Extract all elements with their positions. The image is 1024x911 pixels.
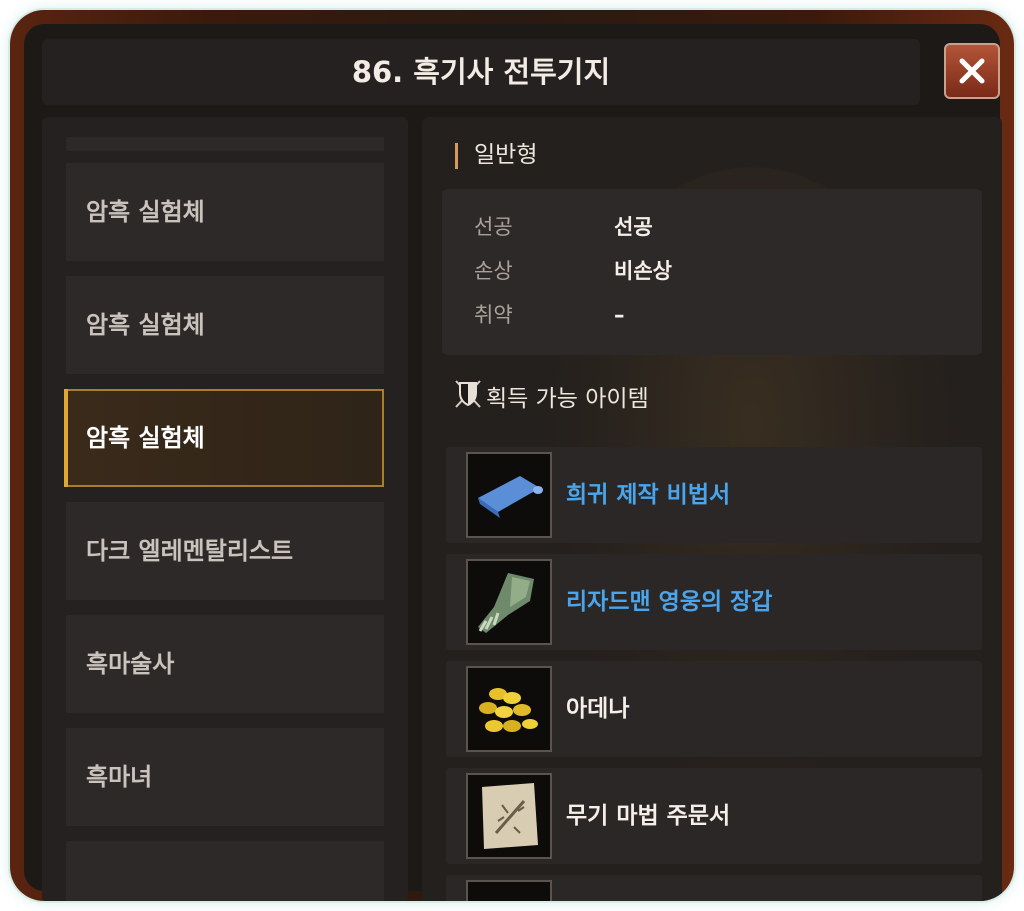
type-label-text: 일반형 xyxy=(474,142,538,168)
type-label: 일반형 xyxy=(456,137,537,173)
list-item-label: 암흑 실험체 xyxy=(86,424,205,452)
attribute-row: 선공 선공 xyxy=(474,207,653,247)
close-button[interactable] xyxy=(944,43,1000,99)
attribute-key: 취약 xyxy=(474,303,513,327)
close-icon xyxy=(959,58,985,84)
drop-items-title: 획득 가능 아이템 xyxy=(454,379,649,415)
item-name: 리자드맨 영웅의 장갑 xyxy=(566,589,773,615)
list-item-label: 다크 엘레멘탈리스트 xyxy=(86,537,294,565)
item-row[interactable]: 희귀 제작 비법서 xyxy=(446,447,982,543)
item-row[interactable]: 아데나 xyxy=(446,661,982,757)
list-item[interactable]: 다크 엘레멘탈리스트 xyxy=(66,502,384,600)
item-row-partial[interactable] xyxy=(446,875,982,901)
window-body: 86. 흑기사 전투기지 암흑 실험체 암흑 실험체 암흑 실험체 다크 엘레멘… xyxy=(24,24,1002,901)
list-item-label: 암흑 실험체 xyxy=(86,198,205,226)
gold-coins-icon xyxy=(466,666,552,752)
window-frame: 86. 흑기사 전투기지 암흑 실험체 암흑 실험체 암흑 실험체 다크 엘레멘… xyxy=(10,10,1014,901)
monster-detail-panel: 일반형 선공 선공 손상 비손상 취약 – 획득 가능 아이템 희귀 제작 비법… xyxy=(422,117,1002,901)
item-row[interactable]: 리자드맨 영웅의 장갑 xyxy=(446,554,982,650)
list-item[interactable]: 흑마술사 xyxy=(66,615,384,713)
gauntlet-icon xyxy=(466,559,552,645)
list-item-label: 흑마녀 xyxy=(86,763,153,791)
list-item-label: 흑마술사 xyxy=(86,650,175,678)
monster-list-panel[interactable]: 암흑 실험체 암흑 실험체 암흑 실험체 다크 엘레멘탈리스트 흑마술사 흑마녀 xyxy=(42,117,408,901)
attribute-box: 선공 선공 손상 비손상 취약 – xyxy=(442,189,982,355)
item-thumbnail-partial xyxy=(466,880,552,901)
item-name: 희귀 제작 비법서 xyxy=(566,482,731,508)
attribute-row: 손상 비손상 xyxy=(474,251,672,291)
item-row[interactable]: 무기 마법 주문서 xyxy=(446,768,982,864)
shield-icon xyxy=(454,379,486,420)
item-name: 무기 마법 주문서 xyxy=(566,803,731,829)
list-item-label: 암흑 실험체 xyxy=(86,311,205,339)
title-bar: 86. 흑기사 전투기지 xyxy=(42,39,920,105)
attribute-row: 취약 – xyxy=(474,295,625,335)
item-name: 아데나 xyxy=(566,696,630,722)
attribute-key: 선공 xyxy=(474,215,513,239)
scroll-blueprint-icon xyxy=(466,452,552,538)
attribute-value: – xyxy=(614,303,625,327)
parchment-scroll-icon xyxy=(466,773,552,859)
attribute-key: 손상 xyxy=(474,259,513,283)
list-item-partial-top xyxy=(66,137,384,151)
list-item[interactable]: 흑마녀 xyxy=(66,728,384,826)
window-title: 86. 흑기사 전투기지 xyxy=(351,55,611,89)
list-item[interactable]: 암흑 실험체 xyxy=(66,163,384,261)
attribute-value: 선공 xyxy=(614,215,653,239)
attribute-value: 비손상 xyxy=(614,259,672,283)
list-item[interactable]: 암흑 실험체 xyxy=(66,276,384,374)
list-item-partial-bottom[interactable] xyxy=(66,841,384,901)
list-item-selected[interactable]: 암흑 실험체 xyxy=(64,389,384,487)
drop-items-title-text: 획득 가능 아이템 xyxy=(486,386,649,412)
